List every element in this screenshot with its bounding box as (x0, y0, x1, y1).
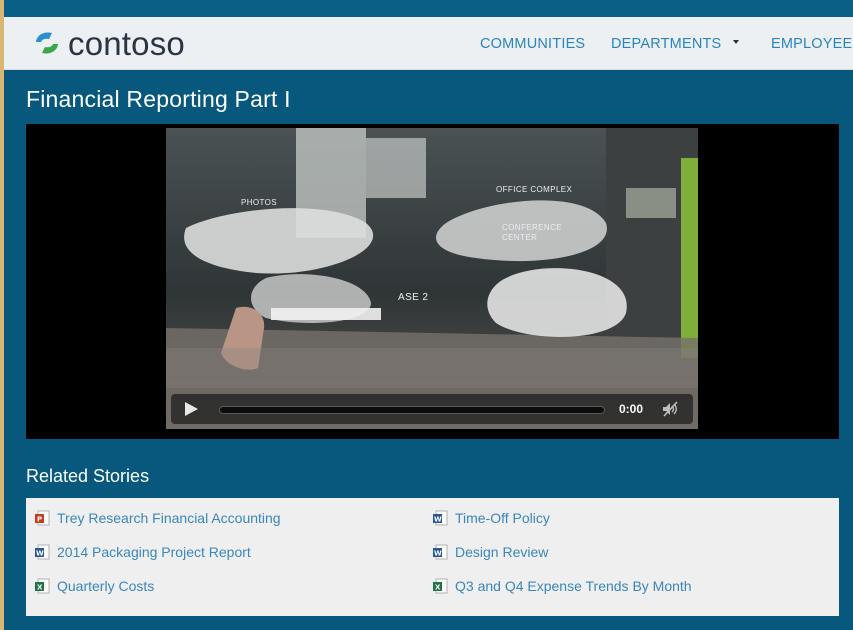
nav-employee[interactable]: EMPLOYEE (771, 36, 852, 52)
story-item[interactable]: W Time-Off Policy (432, 509, 550, 527)
story-link[interactable]: Time-Off Policy (455, 510, 550, 526)
story-link[interactable]: Trey Research Financial Accounting (57, 510, 281, 526)
logo-text: contoso (68, 24, 185, 62)
word-file-icon: W (433, 510, 448, 526)
chevron-down-icon[interactable] (733, 40, 739, 44)
scene-label-center: CENTER (502, 233, 538, 242)
contoso-logo[interactable]: contoso (32, 26, 185, 60)
story-link[interactable]: 2014 Packaging Project Report (57, 544, 251, 560)
svg-text:P: P (37, 516, 42, 524)
related-stories-panel: P Trey Research Financial Accounting W 2… (26, 498, 839, 616)
powerpoint-file-icon: P (35, 510, 50, 526)
video-player[interactable]: PHOTOS OFFICE COMPLEX CONFERENCE CENTER … (26, 124, 839, 439)
top-strip (0, 0, 853, 17)
svg-text:W: W (434, 516, 442, 524)
contoso-logo-icon (36, 32, 58, 54)
scene-label-photos: PHOTOS (241, 198, 278, 207)
story-item[interactable]: W 2014 Packaging Project Report (34, 543, 251, 561)
time-display: 0:00 (619, 402, 644, 416)
svg-text:W: W (434, 550, 442, 558)
story-item[interactable]: X Quarterly Costs (34, 577, 154, 595)
word-file-icon: W (35, 544, 50, 560)
site-header: contoso COMMUNITIES DEPARTMENTS EMPLOYEE (4, 17, 853, 70)
word-file-icon: W (433, 544, 448, 560)
progress-bar[interactable] (219, 406, 605, 414)
nav-departments[interactable]: DEPARTMENTS (611, 36, 721, 52)
nav-communities[interactable]: COMMUNITIES (480, 36, 585, 52)
story-link[interactable]: Design Review (455, 544, 548, 560)
mute-icon[interactable] (661, 400, 679, 418)
story-link[interactable]: Quarterly Costs (57, 578, 154, 594)
video-thumbnail (166, 128, 698, 429)
window-edge (0, 0, 4, 630)
story-item[interactable]: P Trey Research Financial Accounting (34, 509, 281, 527)
video-frame[interactable]: PHOTOS OFFICE COMPLEX CONFERENCE CENTER … (166, 128, 698, 429)
play-icon[interactable] (183, 401, 199, 417)
svg-text:X: X (37, 584, 43, 592)
svg-text:W: W (36, 550, 44, 558)
story-item[interactable]: W Design Review (432, 543, 548, 561)
excel-file-icon: X (35, 578, 50, 594)
related-stories-heading: Related Stories (26, 466, 150, 486)
video-controls: 0:00 (171, 394, 693, 424)
excel-file-icon: X (433, 578, 448, 594)
story-link[interactable]: Q3 and Q4 Expense Trends By Month (455, 578, 692, 594)
scene-label-conference: CONFERENCE (502, 223, 563, 232)
scene-label-phase: ASE 2 (398, 292, 429, 303)
page-title: Financial Reporting Part I (26, 86, 291, 112)
svg-text:X: X (435, 584, 441, 592)
scene-label-office-complex: OFFICE COMPLEX (496, 185, 573, 194)
story-item[interactable]: X Q3 and Q4 Expense Trends By Month (432, 577, 692, 595)
